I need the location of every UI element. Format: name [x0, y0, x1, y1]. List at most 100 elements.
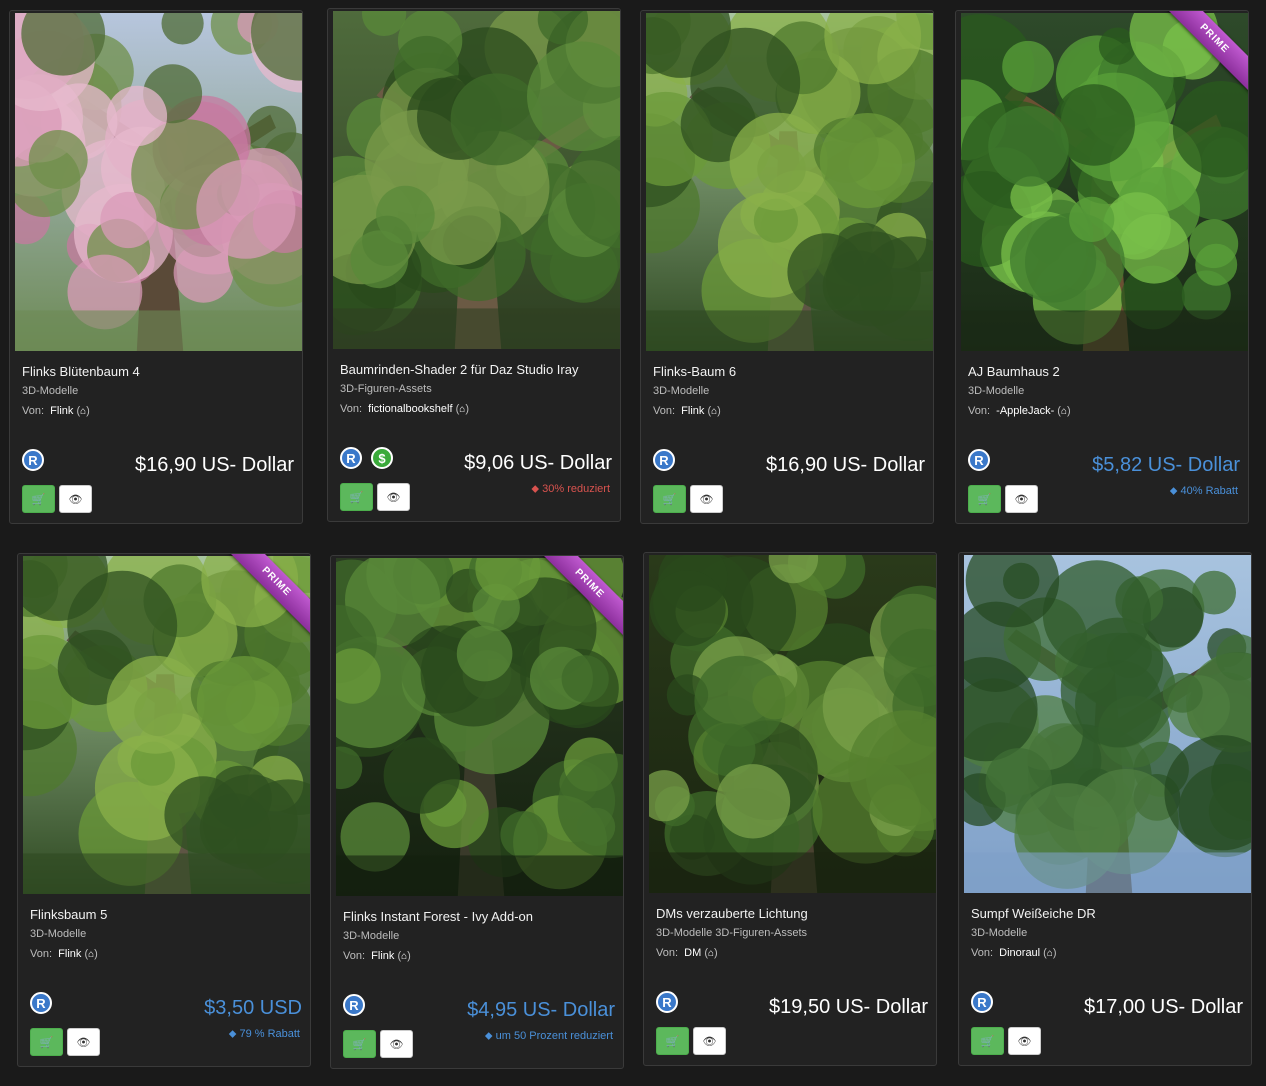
- product-title[interactable]: Flinks Instant Forest - Ivy Add-on: [343, 909, 533, 924]
- product-image[interactable]: [15, 13, 302, 351]
- discount-label: ⬥ 40% Rabatt: [1169, 485, 1238, 497]
- sale-badge-icon: $: [371, 447, 393, 469]
- product-image[interactable]: [964, 555, 1251, 893]
- product-title[interactable]: DMs verzauberte Lichtung: [656, 906, 808, 921]
- product-title[interactable]: Flinksbaum 5: [30, 907, 107, 922]
- add-to-cart-button[interactable]: 🛒: [22, 485, 55, 513]
- product-category[interactable]: 3D-Modelle: [22, 385, 78, 397]
- product-price: $17,00 US- Dollar: [1084, 996, 1243, 1018]
- tag-icon: ⬥: [531, 483, 540, 495]
- quick-view-button[interactable]: 👁: [380, 1030, 413, 1058]
- product-category[interactable]: 3D-Modelle 3D-Figuren-Assets: [656, 927, 807, 939]
- product-category[interactable]: 3D-Modelle: [971, 927, 1027, 939]
- product-price: $4,95 US- Dollar: [467, 999, 615, 1021]
- product-title[interactable]: AJ Baumhaus 2: [968, 364, 1060, 379]
- rights-badge-icon: R: [340, 447, 362, 469]
- cart-icon: 🛒: [977, 493, 992, 506]
- cart-icon: 🛒: [662, 493, 677, 506]
- badge-group: R: [30, 992, 52, 1014]
- product-card[interactable]: DMs verzauberte Lichtung 3D-Modelle 3D-F…: [643, 552, 937, 1066]
- product-title[interactable]: Sumpf Weißeiche DR: [971, 906, 1096, 921]
- home-icon[interactable]: ⌂: [401, 951, 407, 962]
- eye-icon: 👁: [389, 1038, 404, 1051]
- cart-icon: 🛒: [665, 1035, 680, 1048]
- tag-icon: ⬥: [484, 1030, 493, 1042]
- quick-view-button[interactable]: 👁: [693, 1027, 726, 1055]
- quick-view-button[interactable]: 👁: [690, 485, 723, 513]
- quick-view-button[interactable]: 👁: [59, 485, 92, 513]
- home-icon[interactable]: ⌂: [459, 404, 465, 415]
- product-category[interactable]: 3D-Modelle: [343, 930, 399, 942]
- action-buttons: 🛒 👁: [22, 485, 92, 513]
- vendor-link[interactable]: Dinoraul: [999, 947, 1040, 959]
- home-icon[interactable]: ⌂: [708, 948, 714, 959]
- eye-icon: 👁: [699, 493, 714, 506]
- action-buttons: 🛒 👁: [653, 485, 723, 513]
- product-image[interactable]: [336, 558, 623, 896]
- vendor-link[interactable]: Flink: [58, 948, 81, 960]
- product-vendor: Von: Flink (⌂): [653, 405, 721, 417]
- cart-icon: 🛒: [349, 491, 364, 504]
- product-vendor: Von: DM (⌂): [656, 947, 718, 959]
- home-icon[interactable]: ⌂: [88, 949, 94, 960]
- product-category[interactable]: 3D-Figuren-Assets: [340, 383, 432, 395]
- home-icon[interactable]: ⌂: [711, 406, 717, 417]
- add-to-cart-button[interactable]: 🛒: [656, 1027, 689, 1055]
- action-buttons: 🛒 👁: [343, 1030, 413, 1058]
- product-price: $3,50 USD: [204, 997, 302, 1019]
- product-card[interactable]: Flinks Blütenbaum 4 3D-Modelle Von: Flin…: [9, 10, 303, 524]
- product-title[interactable]: Flinks-Baum 6: [653, 364, 736, 379]
- home-icon[interactable]: ⌂: [1061, 406, 1067, 417]
- rights-badge-icon: R: [653, 449, 675, 471]
- add-to-cart-button[interactable]: 🛒: [968, 485, 1001, 513]
- add-to-cart-button[interactable]: 🛒: [971, 1027, 1004, 1055]
- product-vendor: Von: Flink (⌂): [22, 405, 90, 417]
- product-title[interactable]: Baumrinden-Shader 2 für Daz Studio Iray: [340, 362, 578, 377]
- product-vendor: Von: Dinoraul (⌂): [971, 947, 1057, 959]
- product-price: $5,82 US- Dollar: [1092, 454, 1240, 476]
- badge-group: R: [971, 991, 993, 1013]
- quick-view-button[interactable]: 👁: [1008, 1027, 1041, 1055]
- quick-view-button[interactable]: 👁: [67, 1028, 100, 1056]
- eye-icon: 👁: [68, 493, 83, 506]
- product-image[interactable]: [649, 555, 936, 893]
- product-image[interactable]: [961, 13, 1248, 351]
- product-price: $16,90 US- Dollar: [135, 454, 294, 476]
- rights-badge-icon: R: [343, 994, 365, 1016]
- product-image[interactable]: [646, 13, 933, 351]
- product-card[interactable]: PRIME AJ Baumhaus 2 3D-Modelle Von: -App…: [955, 10, 1249, 524]
- vendor-link[interactable]: Flink: [371, 950, 394, 962]
- product-vendor: Von: Flink (⌂): [343, 950, 411, 962]
- home-icon[interactable]: ⌂: [80, 406, 86, 417]
- badge-group: R: [22, 449, 44, 471]
- add-to-cart-button[interactable]: 🛒: [30, 1028, 63, 1056]
- vendor-link[interactable]: DM: [684, 947, 701, 959]
- vendor-link[interactable]: fictionalbookshelf: [368, 403, 452, 415]
- product-card[interactable]: Flinks-Baum 6 3D-Modelle Von: Flink (⌂) …: [640, 10, 934, 524]
- home-icon[interactable]: ⌂: [1047, 948, 1053, 959]
- product-card[interactable]: Sumpf Weißeiche DR 3D-Modelle Von: Dinor…: [958, 552, 1252, 1066]
- vendor-link[interactable]: Flink: [681, 405, 704, 417]
- badge-group: R $: [340, 447, 393, 469]
- product-category[interactable]: 3D-Modelle: [30, 928, 86, 940]
- product-category[interactable]: 3D-Modelle: [653, 385, 709, 397]
- rights-badge-icon: R: [968, 449, 990, 471]
- product-card[interactable]: PRIME Flinks Instant Forest - Ivy Add-on…: [330, 555, 624, 1069]
- product-category[interactable]: 3D-Modelle: [968, 385, 1024, 397]
- badge-group: R: [968, 449, 990, 471]
- add-to-cart-button[interactable]: 🛒: [653, 485, 686, 513]
- rights-badge-icon: R: [22, 449, 44, 471]
- product-image[interactable]: [333, 11, 620, 349]
- product-card[interactable]: Baumrinden-Shader 2 für Daz Studio Iray …: [327, 8, 621, 522]
- vendor-link[interactable]: Flink: [50, 405, 73, 417]
- product-price: $16,90 US- Dollar: [766, 454, 925, 476]
- add-to-cart-button[interactable]: 🛒: [340, 483, 373, 511]
- product-card[interactable]: PRIME Flinksbaum 5 3D-Modelle Von: Flink…: [17, 553, 311, 1067]
- product-title[interactable]: Flinks Blütenbaum 4: [22, 364, 140, 379]
- add-to-cart-button[interactable]: 🛒: [343, 1030, 376, 1058]
- quick-view-button[interactable]: 👁: [1005, 485, 1038, 513]
- quick-view-button[interactable]: 👁: [377, 483, 410, 511]
- vendor-link[interactable]: -AppleJack-: [996, 405, 1054, 417]
- product-price: $19,50 US- Dollar: [769, 996, 928, 1018]
- product-image[interactable]: [23, 556, 310, 894]
